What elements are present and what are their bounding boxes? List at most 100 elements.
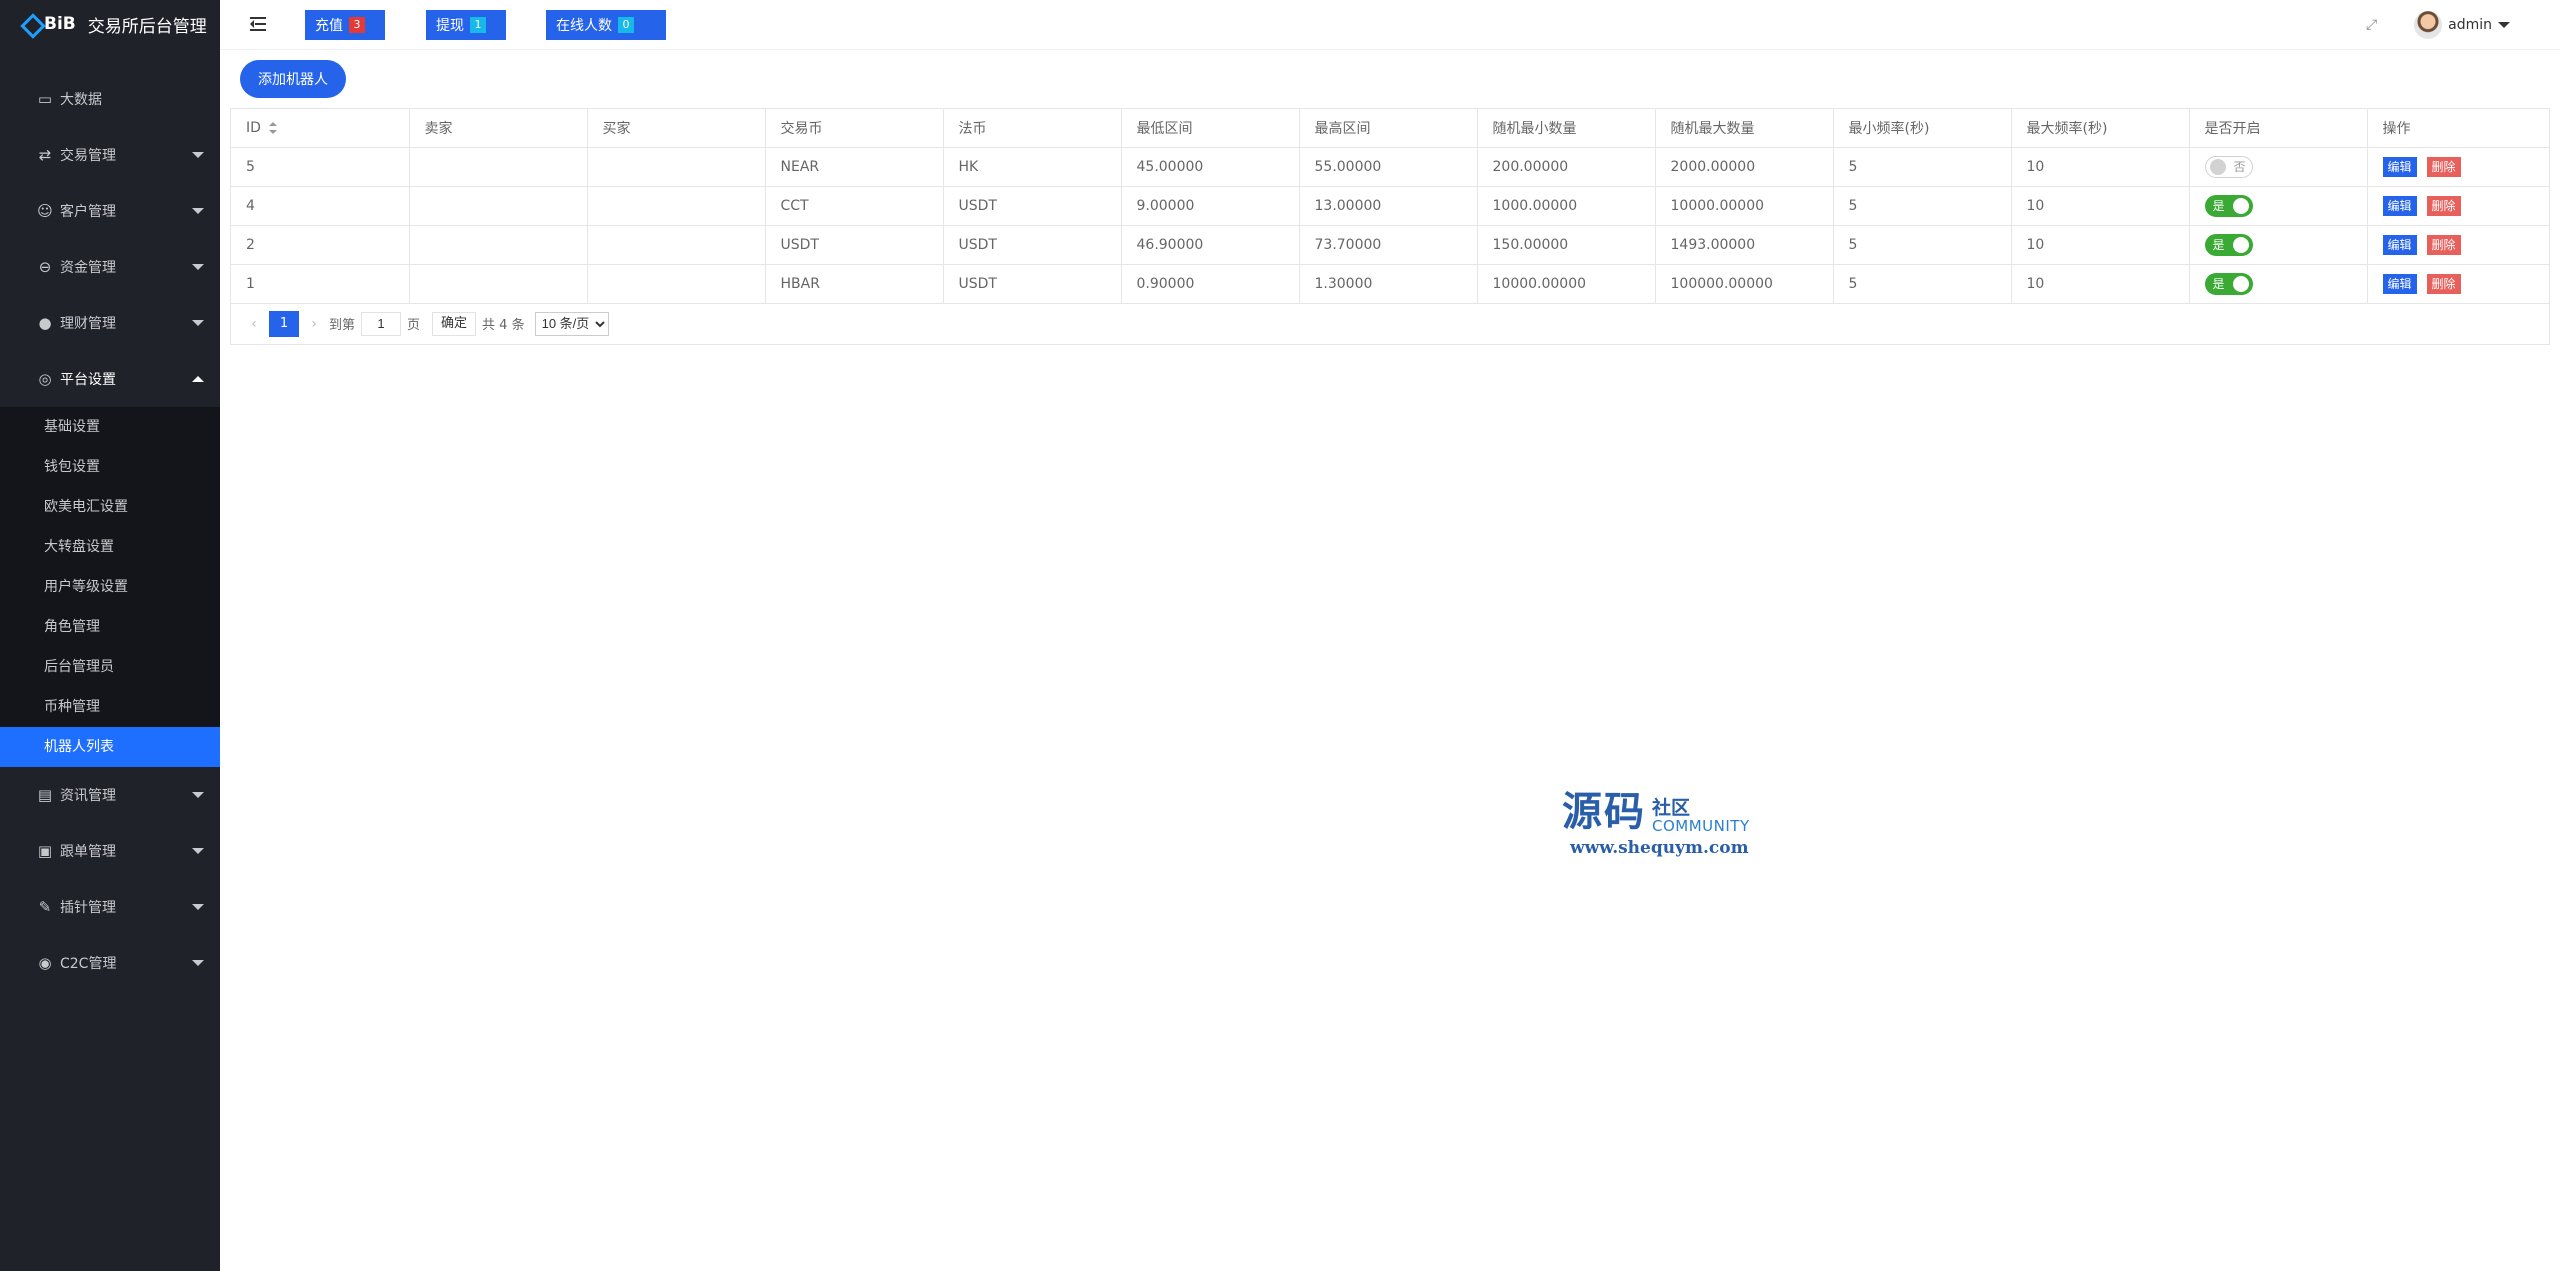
edit-button[interactable]: 编辑	[2382, 234, 2417, 255]
cell-min: 45.00000	[1121, 147, 1300, 187]
cell-actions: 编辑 删除	[2367, 225, 2549, 265]
goto-confirm-button[interactable]: 确定	[432, 311, 477, 336]
delete-button[interactable]: 删除	[2426, 156, 2461, 177]
cell-max: 13.00000	[1299, 186, 1478, 226]
delete-button[interactable]: 删除	[2426, 273, 2461, 294]
watermark-small-text: 社区	[1652, 797, 1691, 819]
col-header-fiat: 法币	[943, 109, 1122, 148]
sub-item-robot-list[interactable]: 机器人列表	[0, 727, 220, 767]
cell-freq-max: 10	[2011, 225, 2190, 265]
edit-button[interactable]: 编辑	[2382, 156, 2417, 177]
cell-buyer	[587, 264, 766, 304]
sidebar-item-c2c[interactable]: ◉ C2C管理	[0, 935, 220, 991]
next-page-icon[interactable]: ›	[305, 316, 323, 332]
cell-rand-max: 100000.00000	[1655, 264, 1834, 304]
cell-coin: USDT	[765, 225, 944, 265]
chevron-down-icon	[192, 904, 204, 910]
piggy-bank-icon: ●	[38, 314, 52, 332]
submenu-platform-settings: 基础设置 钱包设置 欧美电汇设置 大转盘设置 用户等级设置 角色管理 后台管理员…	[0, 407, 220, 767]
enabled-toggle[interactable]: 否	[2204, 155, 2253, 178]
col-header-actions: 操作	[2367, 109, 2549, 148]
sidebar-item-copy-trading[interactable]: ▣ 跟单管理	[0, 823, 220, 879]
online-users-button[interactable]: 在线人数 0	[546, 10, 666, 40]
col-header-enabled: 是否开启	[2189, 109, 2368, 148]
table-header-row: ID 卖家 买家 交易币 法币 最低区间 最高区间 随机最小数量 随机最大数量 …	[231, 109, 2549, 148]
pin-icon: ✎	[38, 898, 52, 916]
withdraw-button[interactable]: 提现 1	[426, 10, 506, 40]
sub-item-basic-settings[interactable]: 基础设置	[0, 407, 220, 447]
recharge-button[interactable]: 充值 3	[305, 10, 385, 40]
menu-toggle-icon[interactable]	[250, 16, 268, 32]
sub-item-user-level-settings[interactable]: 用户等级设置	[0, 567, 220, 607]
prev-page-icon[interactable]: ‹	[245, 316, 263, 332]
cell-min: 9.00000	[1121, 186, 1300, 226]
cell-min: 0.90000	[1121, 264, 1300, 304]
cell-fiat: USDT	[943, 186, 1122, 226]
sidebar-item-finance[interactable]: ● 理财管理	[0, 295, 220, 351]
edit-button[interactable]: 编辑	[2382, 273, 2417, 294]
sub-item-role-management[interactable]: 角色管理	[0, 607, 220, 647]
col-header-id[interactable]: ID	[231, 109, 410, 148]
sub-item-wheel-settings[interactable]: 大转盘设置	[0, 527, 220, 567]
cell-rand-min: 200.00000	[1477, 147, 1656, 187]
cell-buyer	[587, 186, 766, 226]
table-row: 4 CCT USDT 9.00000 13.00000 1000.00000 10000.0…	[231, 186, 2549, 226]
users-icon: ☺	[37, 202, 53, 220]
cell-min: 46.90000	[1121, 225, 1300, 265]
sidebar-item-trade[interactable]: ⇄ 交易管理	[0, 127, 220, 183]
cell-rand-min: 150.00000	[1477, 225, 1656, 265]
sidebar-item-pin[interactable]: ✎ 插针管理	[0, 879, 220, 935]
app-title: 交易所后台管理	[87, 16, 207, 37]
sort-icon[interactable]	[268, 121, 277, 134]
sub-item-wire-settings[interactable]: 欧美电汇设置	[0, 487, 220, 527]
toggle-label: 是	[2212, 276, 2225, 291]
cell-coin: HBAR	[765, 264, 944, 304]
delete-button[interactable]: 删除	[2426, 195, 2461, 216]
fullscreen-icon[interactable]: ⤢	[2366, 18, 2380, 32]
enabled-toggle[interactable]: 是	[2204, 233, 2253, 256]
cell-enabled: 是	[2189, 225, 2368, 265]
cell-freq-max: 10	[2011, 264, 2190, 304]
copy-icon: ▣	[37, 842, 53, 860]
goto-label: 到第	[329, 318, 356, 333]
c2c-icon: ◉	[38, 954, 52, 972]
delete-button[interactable]: 删除	[2426, 234, 2461, 255]
watermark-big-text: 源码	[1562, 788, 1646, 835]
sidebar-item-label: C2C管理	[60, 956, 117, 972]
cell-freq-max: 10	[2011, 147, 2190, 187]
pagination: ‹ 1 › 到第 页 确定 共 4 条 10 条/页	[231, 304, 2549, 344]
sidebar-item-label: 大数据	[60, 92, 102, 108]
cell-enabled: 是	[2189, 264, 2368, 304]
cell-id: 5	[231, 147, 410, 187]
sub-item-admins[interactable]: 后台管理员	[0, 647, 220, 687]
watermark: 源码 社区 COMMUNITY www.shequym.com	[1562, 788, 1792, 859]
sidebar-item-funds[interactable]: ⊖ 资金管理	[0, 239, 220, 295]
enabled-toggle[interactable]: 是	[2204, 194, 2253, 217]
sidebar-item-platform-settings[interactable]: ◎ 平台设置	[0, 351, 220, 407]
page-input[interactable]	[361, 311, 402, 336]
page-number[interactable]: 1	[269, 310, 299, 337]
app-root: BiB 交易所后台管理 ▭ 大数据 ⇄ 交易管理 ☺ 客户管理 ⊖ 资金管理 ●…	[0, 0, 2560, 1271]
edit-button[interactable]: 编辑	[2382, 195, 2417, 216]
avatar	[2414, 11, 2443, 39]
sidebar-item-news[interactable]: ▤ 资讯管理	[0, 767, 220, 823]
online-count-badge: 0	[618, 17, 634, 33]
withdraw-label: 提现	[436, 18, 464, 34]
user-menu[interactable]: admin	[2414, 10, 2510, 40]
sub-item-currency-management[interactable]: 币种管理	[0, 687, 220, 727]
add-robot-button[interactable]: 添加机器人	[240, 60, 346, 98]
sidebar-item-label: 交易管理	[60, 148, 116, 164]
page-size-select[interactable]: 10 条/页	[534, 311, 609, 336]
news-icon: ▤	[37, 786, 53, 804]
cell-coin: CCT	[765, 186, 944, 226]
cell-fiat: USDT	[943, 264, 1122, 304]
chevron-down-icon	[192, 320, 204, 326]
enabled-toggle[interactable]: 是	[2204, 272, 2253, 295]
cell-freq-max: 10	[2011, 186, 2190, 226]
sidebar-item-bigdata[interactable]: ▭ 大数据	[0, 71, 220, 127]
col-header-rand-min: 随机最小数量	[1477, 109, 1656, 148]
cell-enabled: 是	[2189, 186, 2368, 226]
monitor-icon: ▭	[37, 90, 53, 108]
sidebar-item-customers[interactable]: ☺ 客户管理	[0, 183, 220, 239]
sub-item-wallet-settings[interactable]: 钱包设置	[0, 447, 220, 487]
